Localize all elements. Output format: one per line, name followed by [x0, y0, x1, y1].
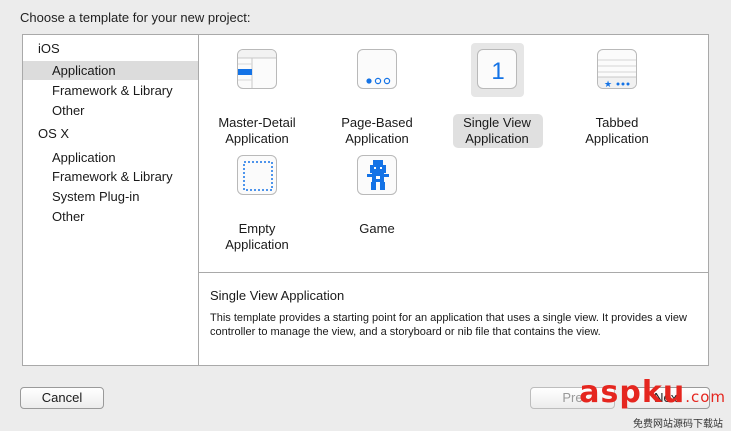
- template-content: Master-Detail Application Page-Based App…: [199, 35, 708, 365]
- sidebar-item-ios-framework-library[interactable]: Framework & Library: [23, 81, 198, 100]
- template-tabbed[interactable]: ★ Tabbed Application: [571, 47, 663, 147]
- svg-text:★: ★: [604, 79, 612, 89]
- template-grid: Master-Detail Application Page-Based App…: [199, 35, 708, 273]
- dialog-heading: Choose a template for your new project:: [20, 10, 251, 25]
- sidebar-item-osx-application[interactable]: Application: [23, 148, 198, 167]
- sidebar-item-ios-other[interactable]: Other: [23, 101, 198, 120]
- template-label-line1: Tabbed: [595, 115, 639, 130]
- sidebar-item-osx-system-plugin[interactable]: System Plug-in: [23, 187, 198, 206]
- template-label-line2: Application: [465, 131, 529, 146]
- template-label-line2: Application: [345, 131, 409, 146]
- page-based-icon: [357, 49, 397, 89]
- sidebar-item-osx-framework-library[interactable]: Framework & Library: [23, 167, 198, 186]
- template-label: Single View Application: [451, 115, 543, 147]
- sidebar-group-osx: OS X: [38, 126, 70, 141]
- master-detail-icon: [237, 49, 277, 89]
- template-label-line1: Single View: [463, 115, 531, 130]
- template-single-view[interactable]: 1 Single View Application: [451, 43, 543, 148]
- watermark-brand: asp: [579, 375, 642, 410]
- sidebar-item-ios-application[interactable]: Application: [23, 61, 198, 80]
- watermark-domain: .com: [685, 388, 726, 406]
- template-empty[interactable]: Empty Application: [211, 153, 303, 253]
- template-master-detail[interactable]: Master-Detail Application: [211, 47, 303, 147]
- template-label: Game: [331, 221, 423, 237]
- sidebar-item-osx-other[interactable]: Other: [23, 207, 198, 226]
- single-view-glyph: 1: [491, 58, 504, 85]
- template-description-title: Single View Application: [210, 288, 345, 303]
- template-label-line2: Application: [225, 237, 289, 252]
- watermark-suffix: ku: [641, 375, 686, 410]
- template-label-line2: Application: [225, 131, 289, 146]
- template-label-line2: Application: [585, 131, 649, 146]
- cancel-button[interactable]: Cancel: [20, 387, 104, 409]
- template-game[interactable]: Game: [331, 153, 423, 253]
- tabbed-icon: ★: [597, 49, 637, 89]
- template-label: Empty Application: [211, 221, 303, 253]
- empty-icon: [237, 155, 277, 195]
- template-label: Page-Based Application: [331, 115, 423, 147]
- template-category-sidebar: iOS Application Framework & Library Othe…: [23, 35, 199, 365]
- template-label-line1: Master-Detail: [218, 115, 296, 130]
- template-chooser-panel: iOS Application Framework & Library Othe…: [22, 34, 709, 366]
- template-description-text: This template provides a starting point …: [210, 312, 687, 338]
- template-page-based[interactable]: Page-Based Application: [331, 47, 423, 147]
- single-view-icon: 1: [477, 49, 517, 89]
- sidebar-group-ios: iOS: [38, 41, 60, 56]
- template-label-line1: Page-Based: [341, 115, 413, 130]
- template-label-line1: Game: [359, 221, 395, 236]
- template-label: Master-Detail Application: [211, 115, 303, 147]
- template-label: Tabbed Application: [571, 115, 663, 147]
- game-icon: [357, 155, 397, 195]
- watermark-subtitle: 免费网站源码下载站: [633, 419, 723, 430]
- watermark-logo: aspku.com: [579, 375, 726, 410]
- template-label-line1: Empty: [238, 221, 276, 236]
